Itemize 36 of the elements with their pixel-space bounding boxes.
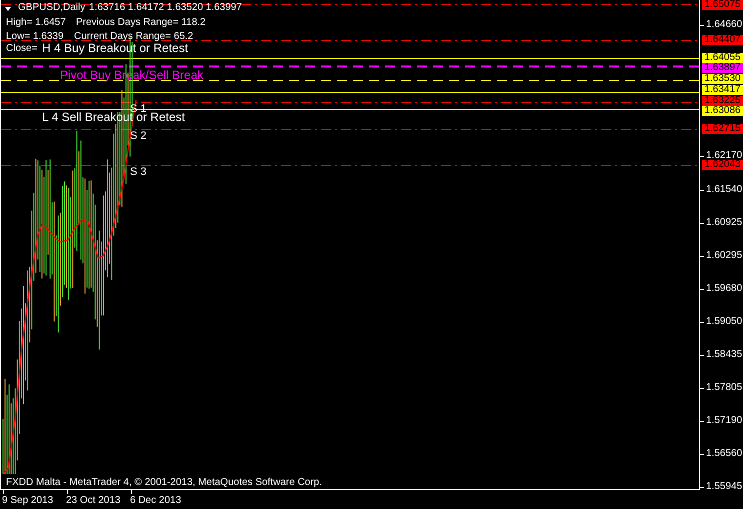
date-axis-label: 23 Oct 2013 xyxy=(66,495,120,507)
level-label: S 2 xyxy=(130,129,147,143)
info-text: Close= xyxy=(6,43,38,55)
chart-symbol: GBPUSD,Daily xyxy=(18,2,86,14)
price-axis-label: 1.62170 xyxy=(706,150,742,161)
price-tag: 1.65075 xyxy=(702,0,743,10)
info-text: High= 1.6457 xyxy=(6,17,66,29)
price-axis-label: 1.55945 xyxy=(706,481,742,493)
price-tag: 1.63225 xyxy=(702,96,743,106)
price-axis-label: 1.59680 xyxy=(706,283,742,295)
price-tag: 1.63897 xyxy=(702,63,743,73)
dropdown-triangle-icon[interactable] xyxy=(5,7,11,11)
date-axis-label: 6 Dec 2013 xyxy=(130,495,182,507)
price-tag: 1.62715 xyxy=(702,124,743,134)
price-axis-label: 1.64660 xyxy=(706,19,742,31)
price-axis-label: 1.60295 xyxy=(706,250,742,262)
price-tag: 1.62043 xyxy=(702,160,743,170)
price-axis-label: 1.56560 xyxy=(706,448,742,460)
price-axis-label: 1.57190 xyxy=(706,415,742,427)
copyright-text: FXDD Malta - MetaTrader 4, © 2001-2013, MetaQuotes Software Corp. xyxy=(6,477,322,489)
price-tag: 1.63530 xyxy=(702,74,743,84)
price-tag: 1.64055 xyxy=(702,53,743,63)
price-axis-label: 1.60925 xyxy=(706,217,742,229)
level-label: S 3 xyxy=(130,165,147,179)
price-axis-label: 1.57805 xyxy=(706,382,742,394)
price-axis-label: 1.58435 xyxy=(706,349,742,361)
price-axis-label: 1.59050 xyxy=(706,316,742,328)
info-text: Low= 1.6339 xyxy=(6,31,64,43)
info-text: Current Days Range= 65.2 xyxy=(74,31,194,43)
info-text: Previous Days Range= 118.2 xyxy=(76,17,206,29)
date-axis-label: 9 Sep 2013 xyxy=(2,495,54,507)
price-axis-label: 1.61540 xyxy=(706,184,742,196)
price-tag: 1.63417 xyxy=(702,85,743,95)
price-tag: 1.64407 xyxy=(702,35,743,45)
ohlc-values: 1.63716 1.64172 1.63520 1.63997 xyxy=(89,2,242,14)
price-tag: 1.63086 xyxy=(702,106,743,116)
